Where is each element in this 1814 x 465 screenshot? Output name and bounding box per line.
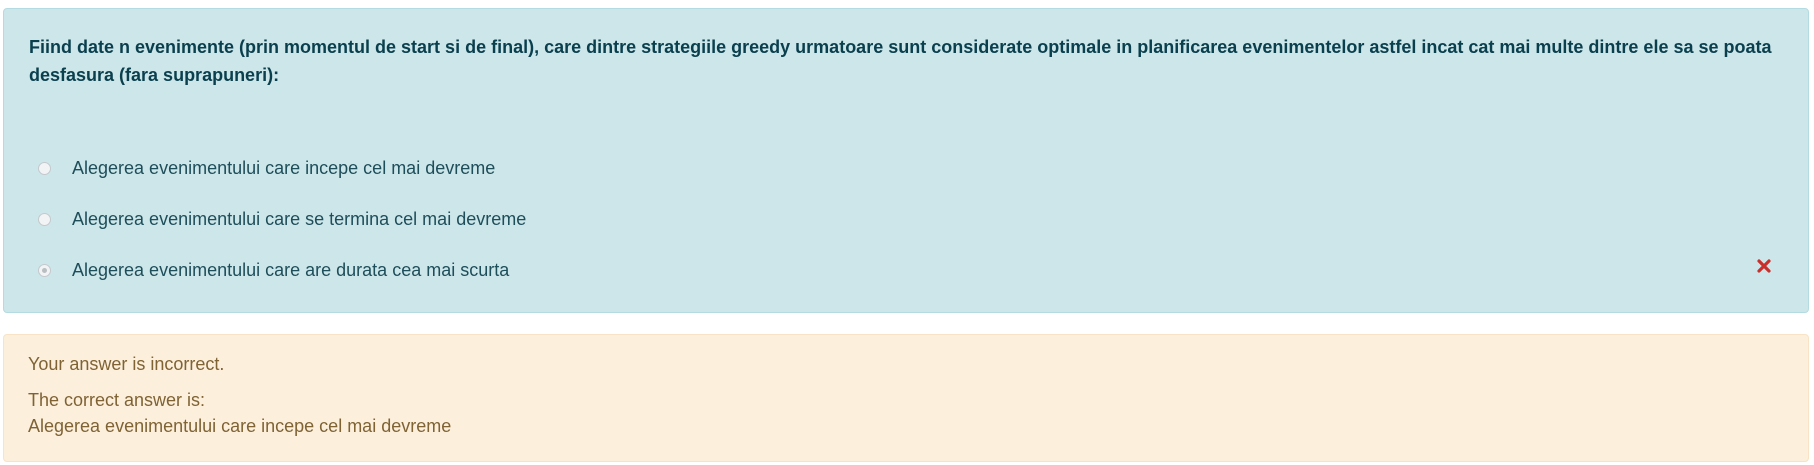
radio-button-selected[interactable] — [38, 263, 51, 277]
answer-option-2[interactable]: Alegerea evenimentului care se termina c… — [38, 205, 1778, 233]
answer-option-label: Alegerea evenimentului care incepe cel m… — [72, 157, 496, 178]
incorrect-cross-icon — [1757, 259, 1771, 273]
feedback-result: Your answer is incorrect. — [28, 354, 225, 374]
question-text: Fiind date n evenimente (prin momentul d… — [29, 37, 1772, 85]
radio-button[interactable] — [38, 212, 51, 226]
correct-answer-text: Alegerea evenimentului care incepe cel m… — [28, 416, 452, 436]
answer-option-3[interactable]: Alegerea evenimentului care are durata c… — [38, 256, 1778, 284]
question-panel: Fiind date n evenimente (prin momentul d… — [3, 8, 1809, 313]
answer-option-label: Alegerea evenimentului care se termina c… — [72, 208, 527, 229]
radio-button[interactable] — [38, 161, 51, 175]
correct-answer-title: The correct answer is: — [28, 390, 206, 410]
answer-option-label: Alegerea evenimentului care are durata c… — [72, 259, 510, 280]
answer-option-1[interactable]: Alegerea evenimentului care incepe cel m… — [38, 154, 1778, 182]
feedback-panel: Your answer is incorrect. The correct an… — [3, 334, 1809, 462]
